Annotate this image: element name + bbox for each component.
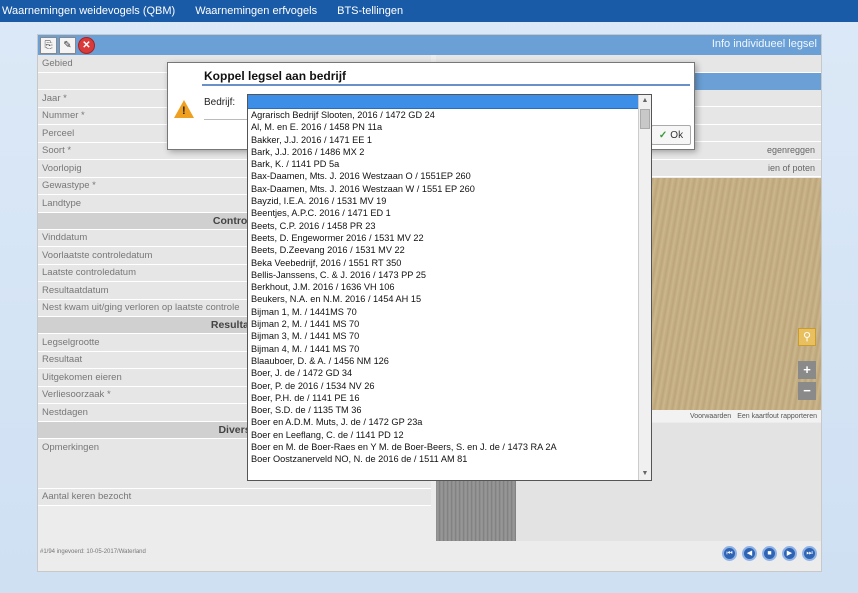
dropdown-option[interactable]: Berkhout, J.M. 2016 / 1636 VH 106 <box>248 281 638 293</box>
dropdown-option[interactable]: Bijman 4, M. / 1441 MS 70 <box>248 343 638 355</box>
next-record-icon[interactable]: ▶ <box>782 546 797 561</box>
dropdown-option[interactable]: Boer en M. de Boer-Raes en Y M. de Boer-… <box>248 441 638 453</box>
dropdown-option[interactable]: Blaauboer, D. & A. / 1456 NM 126 <box>248 355 638 367</box>
edit-icon[interactable]: ✎ <box>59 36 76 54</box>
bedrijf-label: Bedrijf: <box>204 97 236 108</box>
dropdown-option[interactable]: Bijman 1, M. / 1441MS 70 <box>248 306 638 318</box>
dropdown-option[interactable]: Bax-Daamen, Mts. J. 2016 Westzaan W / 15… <box>248 183 638 195</box>
dropdown-option[interactable]: Boer, S.D. de / 1135 TM 36 <box>248 404 638 416</box>
dropdown-option[interactable]: Bark, K. / 1141 PD 5a <box>248 158 638 170</box>
dropdown-option[interactable]: Bayzid, I.E.A. 2016 / 1531 MV 19 <box>248 195 638 207</box>
dropdown-option[interactable]: Bax-Daamen, Mts. J. 2016 Westzaan O / 15… <box>248 170 638 182</box>
record-navigation: ⏮ ◀ ■ ▶ ⏭ <box>722 546 817 561</box>
panel-title: Info individueel legsel <box>711 38 817 50</box>
dropdown-options: Agrarisch Bedrijf Slooten, 2016 / 1472 G… <box>248 109 638 480</box>
ok-label: Ok <box>670 129 684 141</box>
label-underline <box>204 119 252 120</box>
top-navigation: Waarnemingen weidevogels (QBM) Waarneming… <box>0 0 858 22</box>
previous-record-icon[interactable]: ◀ <box>742 546 757 561</box>
scroll-down-icon[interactable]: ▼ <box>639 468 651 480</box>
panel-header: ⎘ ✎ ✕ Info individueel legsel <box>38 35 821 55</box>
check-icon: ✓ <box>658 129 668 141</box>
scroll-up-icon[interactable]: ▲ <box>639 95 651 107</box>
dropdown-option[interactable]: Boer, P. de 2016 / 1534 NV 26 <box>248 380 638 392</box>
copy-icon[interactable]: ⎘ <box>40 36 57 54</box>
dropdown-option[interactable]: Beentjes, A.P.C. 2016 / 1471 ED 1 <box>248 207 638 219</box>
map-terms-link[interactable]: Voorwaarden <box>690 413 731 420</box>
first-record-icon[interactable]: ⏮ <box>722 546 737 561</box>
pegman-icon[interactable]: ⚲ <box>798 328 816 346</box>
dropdown-option[interactable]: Bakker, J.J. 2016 / 1471 EE 1 <box>248 134 638 146</box>
nav-item[interactable]: Waarnemingen erfvogels <box>195 5 317 17</box>
dropdown-option[interactable]: Al, M. en E. 2016 / 1458 PN 11a <box>248 121 638 133</box>
dropdown-option[interactable]: Beka Veebedrijf, 2016 / 1551 RT 350 <box>248 257 638 269</box>
dropdown-option[interactable]: Boer en A.D.M. Muts, J. de / 1472 GP 23a <box>248 416 638 428</box>
dropdown-selected-value[interactable] <box>248 95 651 109</box>
last-record-icon[interactable]: ⏭ <box>802 546 817 561</box>
dropdown-option[interactable]: Boer, P.H. de / 1141 PE 16 <box>248 392 638 404</box>
dropdown-option[interactable]: Boer Oostzanerveld NO, N. de 2016 de / 1… <box>248 453 638 465</box>
dropdown-option[interactable]: Boer en Leeflang, C. de / 1141 PD 12 <box>248 429 638 441</box>
warning-mark: ! <box>182 105 186 117</box>
dropdown-option[interactable]: Bijman 3, M. / 1441 MS 70 <box>248 330 638 342</box>
map-report-link[interactable]: Een kaartfout rapporteren <box>737 413 817 420</box>
dropdown-option[interactable]: Beets, D. Engewormer 2016 / 1531 MV 22 <box>248 232 638 244</box>
form-label: Aantal keren bezocht <box>38 488 431 506</box>
dialog-title: Koppel legsel aan bedrijf <box>204 69 347 83</box>
dropdown-option[interactable]: Bellis-Janssens, C. & J. 2016 / 1473 PP … <box>248 269 638 281</box>
dialog-divider <box>202 84 690 86</box>
dropdown-option[interactable]: Bark, J.J. 2016 / 1486 MX 2 <box>248 146 638 158</box>
dropdown-option[interactable]: Boer, J. de / 1472 GD 34 <box>248 367 638 379</box>
status-text: #1/94 ingevoerd: 10-05-2017/Waterland <box>40 549 146 555</box>
scroll-thumb[interactable] <box>640 109 650 129</box>
nav-item[interactable]: Waarnemingen weidevogels (QBM) <box>2 5 175 17</box>
dropdown-scrollbar[interactable]: ▲ ▼ <box>638 95 651 480</box>
dropdown-option[interactable]: Bijman 2, M. / 1441 MS 70 <box>248 318 638 330</box>
stop-icon[interactable]: ■ <box>762 546 777 561</box>
dropdown-option[interactable]: Agrarisch Bedrijf Slooten, 2016 / 1472 G… <box>248 109 638 121</box>
zoom-in-button[interactable]: + <box>798 361 816 379</box>
ok-button[interactable]: ✓ Ok <box>651 125 691 145</box>
dropdown-option[interactable]: Beukers, N.A. en N.M. 2016 / 1454 AH 15 <box>248 293 638 305</box>
delete-icon[interactable]: ✕ <box>78 36 95 54</box>
dropdown-option[interactable]: Beets, C.P. 2016 / 1458 PR 23 <box>248 220 638 232</box>
bedrijf-dropdown[interactable]: Agrarisch Bedrijf Slooten, 2016 / 1472 G… <box>247 94 652 481</box>
nav-item[interactable]: BTS-tellingen <box>337 5 403 17</box>
dropdown-option[interactable]: Beets, D.Zeevang 2016 / 1531 MV 22 <box>248 244 638 256</box>
zoom-out-button[interactable]: − <box>798 382 816 400</box>
